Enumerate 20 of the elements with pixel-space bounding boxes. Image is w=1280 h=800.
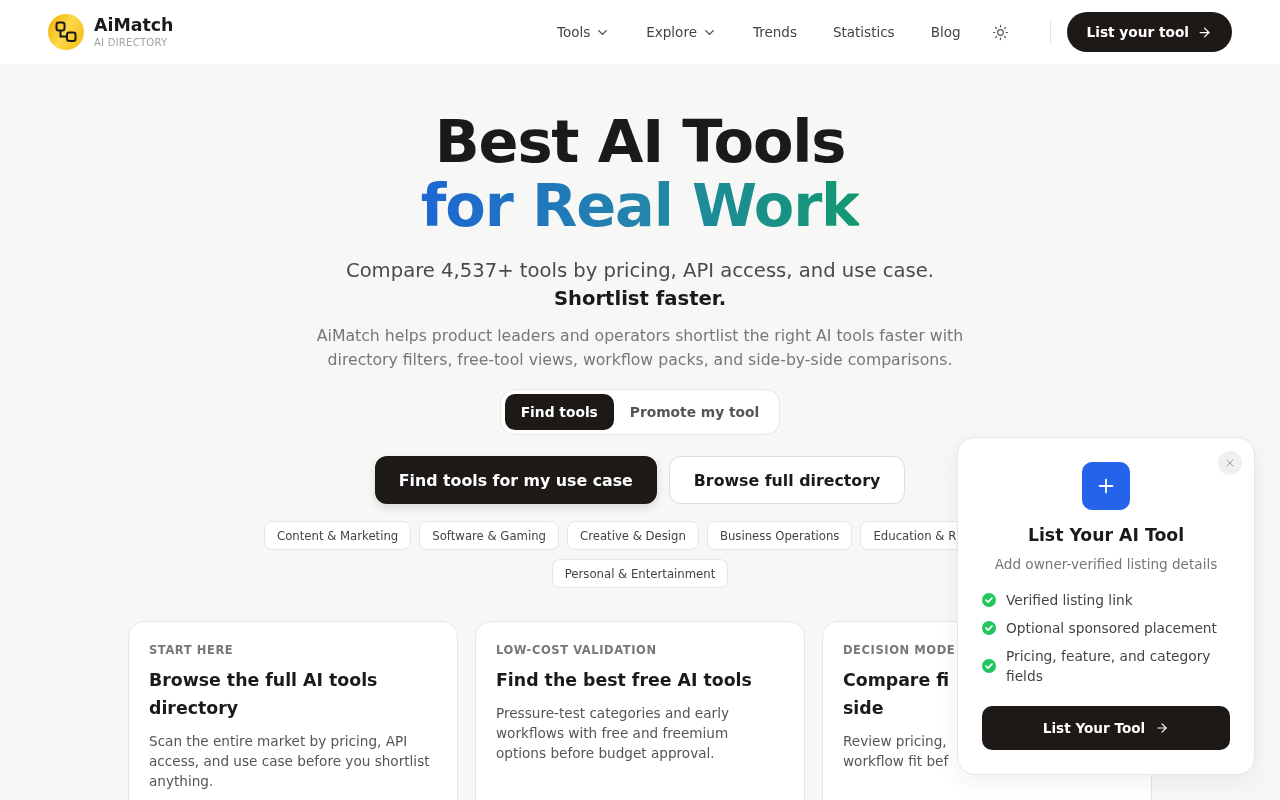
card-description: Scan the entire market by pricing, API access, and use case before you shortlist anything. bbox=[149, 732, 431, 791]
card-description: Pressure-test categories and early workflows with free and freemium options before budget approval. bbox=[496, 704, 730, 763]
popup-subtitle: Add owner-verified listing details bbox=[994, 555, 1218, 574]
feature-text: Optional sponsored placement bbox=[1006, 619, 1217, 638]
card-eyebrow: LOW-COST VALIDATION bbox=[496, 642, 657, 658]
feature-text: Verified listing link bbox=[1006, 591, 1133, 610]
brand-tagline: AI DIRECTORY bbox=[94, 36, 169, 49]
card-title: Browse the full AI tools directory bbox=[149, 669, 379, 720]
hero-title: Best AI Tools bbox=[434, 110, 846, 174]
hero-description: AiMatch helps product leaders and operators shortlist the right AI tools faster with directory filters, free-tool views, workflow packs, and side-by-side comparisons. bbox=[315, 325, 965, 371]
hero-lead-emphasis: Shortlist faster. bbox=[553, 286, 727, 312]
brand-name: AiMatch bbox=[94, 15, 174, 36]
card-eyebrow: START HERE bbox=[149, 642, 234, 658]
card-description: Review pricing, workflow fit bef bbox=[843, 732, 949, 771]
feature-text: Pricing, feature, and category fields bbox=[1006, 647, 1212, 686]
hero-lead: Compare 4,537+ tools by pricing, API access, and use case. bbox=[345, 258, 935, 284]
card-title: Find the best free AI tools bbox=[496, 669, 752, 692]
card-eyebrow: DECISION MODE bbox=[843, 642, 956, 658]
card-title: Compare fi side bbox=[843, 669, 950, 720]
popup-title: List Your AI Tool bbox=[1027, 524, 1185, 547]
